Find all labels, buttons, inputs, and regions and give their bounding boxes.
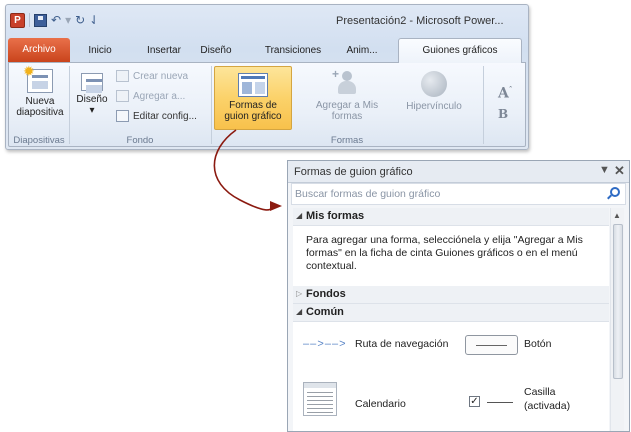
breadcrumb-shape-icon[interactable]: – – > – – > (303, 338, 346, 350)
shape-row: – – > – – > Ruta de navegación Botón (293, 326, 609, 366)
my-shapes-info-text: Para agregar una forma, selecciónela y e… (306, 234, 583, 272)
search-icon[interactable] (610, 187, 620, 197)
callout-arrow-head (270, 201, 282, 211)
calendar-shape-label[interactable]: Calendario (355, 398, 406, 410)
checkbox-shape-icon[interactable]: ✓ (469, 396, 480, 407)
pane-scrollbar[interactable]: ▲ (610, 208, 624, 431)
calendar-shape-icon[interactable] (303, 382, 337, 416)
checkbox-shape-line (487, 402, 513, 403)
shapes-list: ◢ Mis formas Para agregar una forma, sel… (293, 208, 609, 431)
close-icon[interactable]: ✕ (614, 163, 625, 179)
button-shape-icon[interactable] (465, 335, 518, 355)
section-my-shapes[interactable]: ◢ Mis formas (293, 208, 609, 226)
pane-options-icon[interactable]: ▼ (599, 164, 610, 176)
section-my-shapes-label: Mis formas (306, 210, 365, 222)
scrollbar-thumb[interactable] (613, 224, 623, 379)
storyboard-shapes-pane: Formas de guion gráfico ▼ ✕ ◢ Mis formas… (287, 160, 630, 432)
expanded-triangle-icon: ◢ (296, 211, 303, 220)
checkbox-shape-label-line1[interactable]: Casilla (524, 386, 556, 398)
callout-arrow-path (213, 129, 277, 211)
expanded-triangle-icon: ◢ (296, 307, 303, 316)
pane-title-bar: Formas de guion gráfico ▼ ✕ (288, 161, 629, 183)
collapsed-triangle-icon: ▷ (296, 289, 303, 298)
scroll-up-icon[interactable]: ▲ (613, 211, 621, 220)
checkbox-shape-label-line2[interactable]: (activada) (524, 400, 570, 412)
section-common-label: Común (306, 306, 344, 318)
breadcrumb-shape-label[interactable]: Ruta de navegación (355, 338, 448, 350)
shape-row: Calendario ✓ Casilla (activada) (293, 380, 609, 430)
tab-storyboarding[interactable]: Guiones gráficos (398, 38, 522, 63)
section-backgrounds[interactable]: ▷ Fondos (293, 286, 609, 304)
search-box (291, 183, 626, 205)
section-common[interactable]: ◢ Común (293, 304, 609, 322)
section-backgrounds-label: Fondos (306, 288, 346, 300)
search-input[interactable] (295, 186, 595, 202)
button-shape-label[interactable]: Botón (524, 338, 551, 350)
pane-title: Formas de guion gráfico (294, 166, 413, 178)
